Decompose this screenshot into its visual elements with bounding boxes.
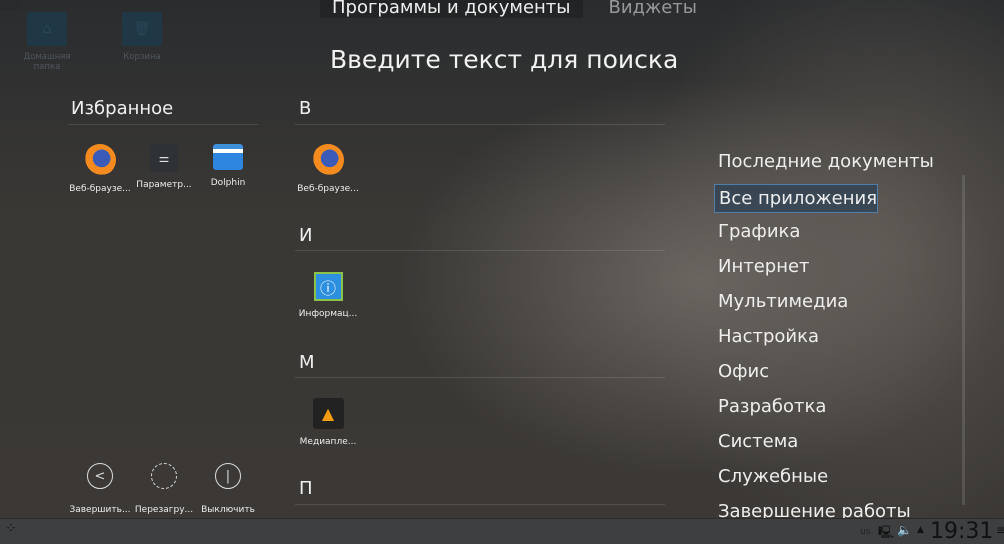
firefox-icon xyxy=(312,144,344,176)
app-label: Веб-браузе... xyxy=(69,184,131,194)
clock[interactable]: 19:31 xyxy=(930,519,993,544)
panel-menu-icon[interactable]: ≡ xyxy=(996,523,1004,537)
home-folder-icon: ⌂ xyxy=(27,12,67,46)
back-arrow-icon: < xyxy=(87,463,113,489)
section-letter: В xyxy=(299,98,312,119)
category-utilities[interactable]: Служебные xyxy=(714,461,878,496)
home-folder-label: Домашняя папка xyxy=(23,52,71,72)
divider xyxy=(295,250,665,251)
app-label: Медиапле... xyxy=(299,437,357,447)
application-launcher-icon[interactable]: ⁘ xyxy=(5,521,17,537)
category-recent[interactable]: Последние документы xyxy=(714,146,934,181)
divider xyxy=(68,124,258,125)
divider xyxy=(295,124,665,125)
category-list: Последние документы Все приложения Графи… xyxy=(714,146,934,531)
desktop-trash[interactable]: 🗑 Корзина xyxy=(112,12,172,62)
app-info-center[interactable]: ⓘ Информац... xyxy=(296,272,360,319)
trash-label: Корзина xyxy=(123,52,161,62)
favorite-settings[interactable]: ⚌ Параметр... xyxy=(132,144,196,194)
power-label: Перезагру... xyxy=(134,505,194,515)
volume-icon[interactable]: 🔈 xyxy=(897,523,912,537)
logout-button[interactable]: < Завершить... xyxy=(68,463,132,515)
favorites-grid: Веб-браузе... ⚌ Параметр... Dolphin xyxy=(68,144,260,194)
restart-button[interactable]: Перезагру... xyxy=(132,463,196,515)
section-letter: П xyxy=(299,478,313,499)
app-label: Веб-браузе... xyxy=(297,184,359,194)
desktop-home-folder[interactable]: ⌂ Домашняя папка xyxy=(17,12,77,72)
taskbar: ⁘ us 🖳 🔈 ▲ 19:31 ≡ xyxy=(0,518,1004,544)
power-actions: < Завершить... Перезагру... | Выключить xyxy=(68,463,260,515)
dashboard-tabs: Программы и документы Виджеты xyxy=(320,0,697,18)
favorite-dolphin[interactable]: Dolphin xyxy=(196,144,260,194)
folder-icon xyxy=(213,144,243,170)
restart-icon xyxy=(151,463,177,489)
favorites-title: Избранное xyxy=(71,98,174,119)
divider xyxy=(295,504,665,505)
scrollbar[interactable] xyxy=(962,175,965,505)
app-firefox[interactable]: Веб-браузе... xyxy=(296,144,360,194)
category-multimedia[interactable]: Мультимедиа xyxy=(714,286,878,321)
category-system[interactable]: Система xyxy=(714,426,878,461)
category-office[interactable]: Офис xyxy=(714,356,878,391)
category-development[interactable]: Разработка xyxy=(714,391,878,426)
app-label: Параметр... xyxy=(136,180,192,190)
vlc-icon: ▲ xyxy=(312,398,344,429)
desktop-menu-button[interactable] xyxy=(0,0,20,10)
network-icon[interactable]: 🖳 xyxy=(878,523,894,544)
category-all-apps[interactable]: Все приложения xyxy=(714,184,878,213)
search-input[interactable]: Введите текст для поиска xyxy=(330,45,678,74)
power-label: Выключить xyxy=(201,505,255,515)
divider xyxy=(295,377,665,378)
category-settings[interactable]: Настройка xyxy=(714,321,878,356)
tab-programs[interactable]: Программы и документы xyxy=(320,0,583,18)
trash-icon: 🗑 xyxy=(122,12,162,46)
favorite-firefox[interactable]: Веб-браузе... xyxy=(68,144,132,194)
tab-widgets[interactable]: Виджеты xyxy=(609,0,697,18)
firefox-icon xyxy=(84,144,116,176)
category-graphics[interactable]: Графика xyxy=(714,216,878,251)
app-label: Dolphin xyxy=(210,178,246,188)
power-label: Завершить... xyxy=(69,505,131,515)
info-icon: ⓘ xyxy=(313,272,343,301)
tray-expand-icon[interactable]: ▲ xyxy=(917,525,924,535)
category-internet[interactable]: Интернет xyxy=(714,251,878,286)
shutdown-button[interactable]: | Выключить xyxy=(196,463,260,515)
section-letter: М xyxy=(299,352,315,373)
power-icon: | xyxy=(215,463,241,489)
keyboard-layout[interactable]: us xyxy=(860,527,870,537)
app-media-player[interactable]: ▲ Медиапле... xyxy=(296,398,360,447)
settings-sliders-icon: ⚌ xyxy=(150,144,178,172)
app-label: Информац... xyxy=(298,309,358,319)
section-letter: И xyxy=(299,225,313,246)
